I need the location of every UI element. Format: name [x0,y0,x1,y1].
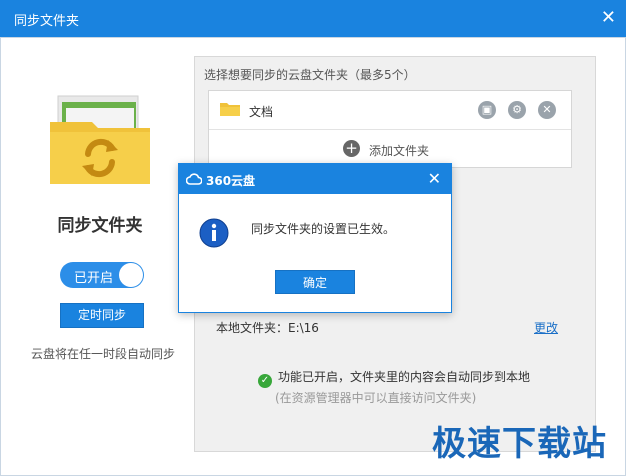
timed-sync-button[interactable]: 定时同步 [60,303,144,328]
remove-icon[interactable]: ✕ [538,101,556,119]
confirm-dialog: 360云盘 ✕ 同步文件夹的设置已生效。 确定 [178,163,452,313]
open-folder-icon[interactable]: ▣ [478,101,496,119]
sync-folder-icon [50,95,150,184]
dialog-message: 同步文件夹的设置已生效。 [251,222,396,236]
folder-icon [220,103,240,116]
folder-name: 文档 [249,105,274,119]
plus-icon: + [343,140,360,157]
info-icon [199,218,229,248]
gear-icon[interactable]: ⚙ [508,101,526,119]
title-bar: 同步文件夹 ✕ [0,0,626,37]
check-icon: ✓ [258,374,272,388]
watermark: 极速下载站 [432,424,607,464]
folder-list: 文档 ▣ ⚙ ✕ + 添加文件夹 [208,90,572,168]
status-text: 功能已开启，文件夹里的内容会自动同步到本地 [278,370,531,384]
ok-button[interactable]: 确定 [275,270,355,294]
left-title: 同步文件夹 [57,216,143,236]
change-link[interactable]: 更改 [534,319,558,336]
list-item[interactable]: 文档 ▣ ⚙ ✕ [209,91,571,130]
status-line: ✓ 功能已开启，文件夹里的内容会自动同步到本地 [258,368,530,388]
sync-note: 云盘将在任一时段自动同步 [30,347,175,361]
sync-toggle[interactable]: 已开启 [60,262,144,288]
window-title: 同步文件夹 [14,14,80,29]
close-icon[interactable]: ✕ [428,169,441,188]
panel-header: 选择想要同步的云盘文件夹（最多5个） [204,68,416,82]
toggle-knob [119,263,143,287]
dialog-title-bar: 360云盘 ✕ [179,164,451,194]
local-folder-path: 本地文件夹：E:\16 [216,321,319,335]
cloud-icon [186,173,202,185]
toggle-label: 已开启 [74,271,114,286]
dialog-title: 360云盘 [206,174,256,188]
add-folder-label: 添加文件夹 [369,144,430,158]
close-icon[interactable]: ✕ [601,7,616,28]
hint-text: (在资源管理器中可以直接访问文件夹) [275,391,477,405]
